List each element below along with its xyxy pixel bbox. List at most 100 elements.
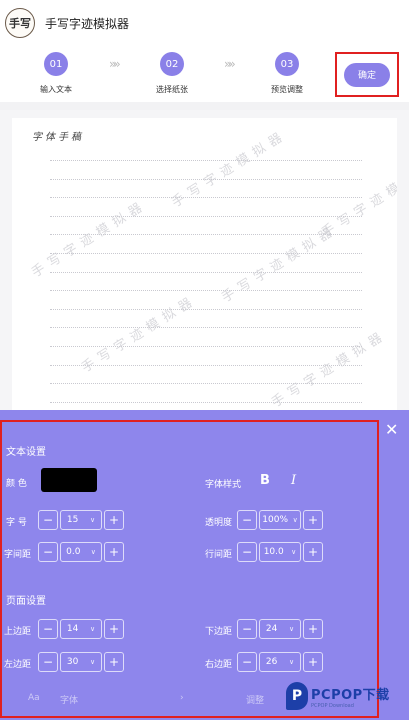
increment-button[interactable]: + [303, 510, 323, 530]
left-margin-select[interactable]: 30 ∨ [60, 652, 102, 672]
paper-preview-area: 字体手稿 手写字迹模拟器 手写字迹模拟器 手写字迹模拟器 手写字迹模拟器 手写字… [0, 110, 409, 418]
increment-button[interactable]: + [303, 652, 323, 672]
step-preview-adjust[interactable]: 03 预览调整 [252, 52, 322, 95]
paper-watermark: 手写字迹模拟器 [79, 292, 200, 376]
bottom-margin-value: 24 [265, 624, 278, 634]
right-margin-stepper: − 26 ∨ + [237, 652, 323, 672]
ruled-line [50, 401, 362, 403]
right-margin-value: 26 [265, 657, 278, 667]
bottom-margin-label: 下边距 [205, 627, 233, 637]
decrement-button[interactable]: − [38, 542, 58, 562]
step-label: 选择纸张 [156, 85, 188, 94]
confirm-button[interactable]: 确定 [344, 62, 390, 87]
paper-watermark: 手写字迹模拟器 [269, 327, 390, 411]
increment-button[interactable]: + [104, 619, 124, 639]
brand-subtitle: PCPOP Download [311, 702, 354, 709]
ruled-line [50, 327, 362, 329]
char-spacing-stepper: − 0.0 ∨ + [38, 542, 124, 562]
ruled-line [50, 383, 362, 385]
decrement-button[interactable]: − [237, 510, 257, 530]
step-number: 03 [275, 52, 299, 76]
ruled-line [50, 178, 362, 180]
step-label: 预览调整 [271, 85, 303, 94]
top-margin-select[interactable]: 14 ∨ [60, 619, 102, 639]
top-margin-label: 上边距 [4, 627, 32, 637]
chevron-down-icon: ∨ [289, 625, 295, 633]
opacity-label: 透明度 [205, 518, 233, 528]
ruled-line [50, 346, 362, 347]
increment-button[interactable]: + [104, 510, 124, 530]
increment-button[interactable]: + [303, 542, 323, 562]
font-tab-label[interactable]: 字体 [60, 693, 78, 706]
step-input-text[interactable]: 01 输入文本 [21, 52, 91, 95]
ruled-line [50, 290, 362, 292]
ruled-line [50, 253, 362, 254]
opacity-value: 100% [262, 515, 289, 525]
top-margin-stepper: − 14 ∨ + [38, 619, 124, 639]
step-label: 输入文本 [40, 85, 72, 94]
chevron-double-right-icon: »» [109, 57, 121, 71]
left-margin-label: 左边距 [4, 660, 32, 670]
chevron-down-icon: ∨ [292, 516, 298, 524]
decrement-button[interactable]: − [237, 652, 257, 672]
top-margin-value: 14 [66, 624, 79, 634]
bold-button[interactable]: B [260, 473, 270, 488]
confirm-highlight: 确定 [335, 52, 399, 97]
divider [0, 102, 409, 110]
chevron-down-icon: ∨ [90, 516, 96, 524]
chevron-double-right-icon: »» [224, 57, 236, 71]
adjust-tab-label[interactable]: 调整 [246, 693, 264, 706]
decrement-button[interactable]: − [237, 619, 257, 639]
char-spacing-label: 字间距 [4, 550, 32, 560]
paper-watermark: 手写字迹模拟器 [29, 197, 150, 281]
app-header: 手写 手写字迹模拟器 [0, 0, 409, 46]
ruled-line [50, 197, 362, 199]
chevron-down-icon: ∨ [90, 548, 96, 556]
chevron-down-icon: ∨ [289, 658, 295, 666]
app-logo: 手写 [5, 8, 35, 38]
text-settings-title: 文本设置 [6, 447, 46, 458]
font-tab-icon[interactable]: Aa [28, 693, 40, 703]
decrement-button[interactable]: − [38, 619, 58, 639]
opacity-select[interactable]: 100% ∨ [259, 510, 301, 530]
handwriting-text: 字体手稿 [32, 132, 84, 143]
brand-watermark: P PCPOP下载 PCPOP Download [286, 682, 390, 710]
bottom-margin-stepper: − 24 ∨ + [237, 619, 323, 639]
close-icon[interactable]: ✕ [385, 420, 398, 439]
paper-preview[interactable]: 字体手稿 手写字迹模拟器 手写字迹模拟器 手写字迹模拟器 手写字迹模拟器 手写字… [12, 118, 397, 418]
ruled-line [50, 308, 362, 310]
font-size-select[interactable]: 15 ∨ [60, 510, 102, 530]
italic-button[interactable]: I [291, 473, 296, 488]
ruled-line [50, 234, 362, 236]
page-settings-title: 页面设置 [6, 596, 46, 607]
chevron-down-icon: ∨ [90, 658, 96, 666]
font-style-label: 字体样式 [205, 480, 242, 490]
step-select-paper[interactable]: 02 选择纸张 [137, 52, 207, 95]
increment-button[interactable]: + [104, 542, 124, 562]
ruled-line [50, 271, 362, 273]
color-swatch[interactable] [41, 468, 97, 492]
line-spacing-label: 行间距 [205, 550, 233, 560]
font-size-stepper: − 15 ∨ + [38, 510, 124, 530]
bottom-margin-select[interactable]: 24 ∨ [259, 619, 301, 639]
line-spacing-select[interactable]: 10.0 ∨ [259, 542, 301, 562]
ruled-line [50, 215, 362, 217]
chevron-right-icon: › [180, 693, 184, 703]
step-number: 02 [160, 52, 184, 76]
chevron-down-icon: ∨ [291, 548, 297, 556]
decrement-button[interactable]: − [38, 652, 58, 672]
settings-panel [0, 410, 409, 720]
char-spacing-select[interactable]: 0.0 ∨ [60, 542, 102, 562]
step-number: 01 [44, 52, 68, 76]
increment-button[interactable]: + [104, 652, 124, 672]
decrement-button[interactable]: − [38, 510, 58, 530]
char-spacing-value: 0.0 [66, 547, 81, 557]
font-size-label: 字 号 [6, 518, 27, 528]
opacity-stepper: − 100% ∨ + [237, 510, 323, 530]
ruled-line [50, 364, 362, 366]
right-margin-select[interactable]: 26 ∨ [259, 652, 301, 672]
left-margin-value: 30 [66, 657, 79, 667]
increment-button[interactable]: + [303, 619, 323, 639]
right-margin-label: 右边距 [205, 660, 233, 670]
decrement-button[interactable]: − [237, 542, 257, 562]
